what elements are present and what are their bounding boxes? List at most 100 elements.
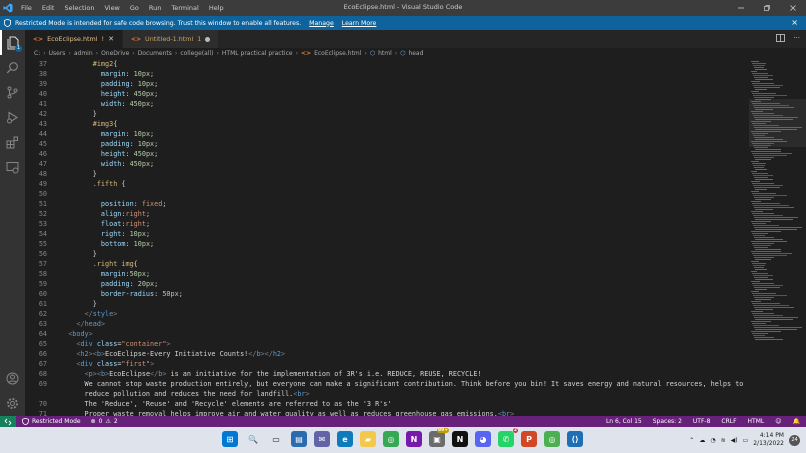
- code-line[interactable]: 71 Proper waste removal helps improve ai…: [25, 409, 749, 416]
- wifi-icon[interactable]: ≋: [721, 437, 726, 444]
- breadcrumb-item[interactable]: OneDrive: [101, 50, 129, 57]
- minimap-slider[interactable]: [749, 99, 806, 147]
- clock[interactable]: 4:14 PM 2/13/2022: [753, 432, 784, 448]
- menu-terminal[interactable]: Terminal: [166, 4, 203, 12]
- menu-file[interactable]: File: [16, 4, 37, 12]
- code-line[interactable]: 52 align:right;: [25, 209, 749, 219]
- code-line[interactable]: 60 border-radius: 50px;: [25, 289, 749, 299]
- bell-icon[interactable]: 🔔: [793, 418, 800, 425]
- breadcrumb-item[interactable]: EcoEclipse.html: [314, 50, 361, 57]
- menu-view[interactable]: View: [99, 4, 124, 12]
- breadcrumb-item[interactable]: C:: [34, 50, 40, 57]
- code-line[interactable]: 69 We cannot stop waste production entir…: [25, 379, 749, 389]
- learn-more-link[interactable]: Learn More: [342, 20, 377, 27]
- gear-icon[interactable]: [0, 391, 25, 416]
- more-actions-icon[interactable]: ···: [793, 34, 800, 44]
- code-line[interactable]: 64 <body>: [25, 329, 749, 339]
- code-line[interactable]: 45 padding: 10px;: [25, 139, 749, 149]
- code-line[interactable]: 70 The 'Reduce', 'Reuse' and 'Recycle' e…: [25, 399, 749, 409]
- minimap[interactable]: [749, 59, 806, 416]
- minimize-button[interactable]: [728, 0, 754, 16]
- battery-icon[interactable]: ▭: [743, 437, 749, 444]
- speaker-icon[interactable]: ◀): [731, 437, 738, 444]
- close-window-button[interactable]: [780, 0, 806, 16]
- breadcrumb-item[interactable]: Users: [49, 50, 66, 57]
- chrome-icon[interactable]: ◎: [383, 431, 399, 447]
- tab-untitled-1[interactable]: <> Untitled-1.html 1: [122, 30, 220, 48]
- code-line[interactable]: 40 height: 450px;: [25, 89, 749, 99]
- code-line[interactable]: 47 width: 450px;: [25, 159, 749, 169]
- line-ending[interactable]: CRLF: [721, 418, 736, 425]
- account-icon[interactable]: [0, 366, 25, 391]
- code-line[interactable]: 67 <div class="first">: [25, 359, 749, 369]
- menu-run[interactable]: Run: [144, 4, 166, 12]
- code-line[interactable]: reduce pollution and reduces the need fo…: [25, 389, 749, 399]
- explorer-icon[interactable]: 1: [0, 30, 25, 55]
- source-control-icon[interactable]: [0, 80, 25, 105]
- restore-button[interactable]: [754, 0, 780, 16]
- remote-explorer-icon[interactable]: [0, 155, 25, 180]
- unsaved-dot-icon[interactable]: [205, 36, 211, 42]
- chevron-up-icon[interactable]: ⌃: [689, 437, 694, 444]
- teams-chat-icon[interactable]: ✉: [314, 431, 330, 447]
- breadcrumb-item[interactable]: head: [408, 50, 423, 57]
- code-line[interactable]: 54 right: 10px;: [25, 229, 749, 239]
- code-line[interactable]: 46 height: 450px;: [25, 149, 749, 159]
- file-explorer-icon[interactable]: ▰: [360, 431, 376, 447]
- run-debug-icon[interactable]: [0, 105, 25, 130]
- breadcrumb-item[interactable]: admin: [74, 50, 93, 57]
- code-line[interactable]: 59 padding: 20px;: [25, 279, 749, 289]
- code-line[interactable]: 61 }: [25, 299, 749, 309]
- netflix-icon[interactable]: N: [452, 431, 468, 447]
- remote-indicator-icon[interactable]: [0, 416, 16, 427]
- code-line[interactable]: 49 .fifth {: [25, 179, 749, 189]
- whatsapp-icon[interactable]: ✆ 2: [498, 428, 518, 447]
- code-line[interactable]: 65 <div class="container">: [25, 339, 749, 349]
- code-line[interactable]: 68 <p><b>EcoEclipse</b> is an initiative…: [25, 369, 749, 379]
- code-line[interactable]: 38 margin: 10px;: [25, 69, 749, 79]
- code-line[interactable]: 57 .right img{: [25, 259, 749, 269]
- notification-badge[interactable]: 24: [789, 434, 800, 446]
- cursor-position[interactable]: Ln 6, Col 15: [606, 418, 642, 425]
- breadcrumb-item[interactable]: college(all): [180, 50, 213, 57]
- code-line[interactable]: 37 #img2{: [25, 59, 749, 69]
- widgets-icon[interactable]: ▤: [291, 431, 307, 447]
- code-line[interactable]: 43 #img3{: [25, 119, 749, 129]
- menu-go[interactable]: Go: [125, 4, 144, 12]
- start-icon[interactable]: ⊞: [222, 431, 238, 447]
- chrome-profile-icon[interactable]: ◎: [544, 431, 560, 447]
- code-editor[interactable]: 37 #img2{38 margin: 10px; 39 padding: 10p…: [25, 59, 749, 416]
- search-icon[interactable]: [0, 55, 25, 80]
- restricted-mode-status[interactable]: Restricted Mode: [16, 418, 87, 425]
- code-line[interactable]: 50: [25, 189, 749, 199]
- code-line[interactable]: 56 }: [25, 249, 749, 259]
- menu-selection[interactable]: Selection: [59, 4, 99, 12]
- split-editor-icon[interactable]: [776, 34, 786, 44]
- whatsapp-badge-app-icon[interactable]: ▣ 99+: [429, 428, 449, 447]
- code-line[interactable]: 44 margin: 10px;: [25, 129, 749, 139]
- code-line[interactable]: 48 }: [25, 169, 749, 179]
- breadcrumb-item[interactable]: HTML practical practice: [222, 50, 293, 57]
- edge-icon[interactable]: e: [337, 431, 353, 447]
- banner-close-icon[interactable]: ×: [791, 18, 798, 27]
- close-icon[interactable]: ✕: [108, 35, 114, 43]
- breadcrumb-item[interactable]: html: [378, 50, 392, 57]
- search-icon[interactable]: 🔍: [245, 431, 261, 447]
- onenote-icon[interactable]: N: [406, 431, 422, 447]
- code-line[interactable]: 62 </style>: [25, 309, 749, 319]
- code-line[interactable]: 66 <h2><b>EcoEclipse-Every Initiative Co…: [25, 349, 749, 359]
- manage-link[interactable]: Manage: [309, 20, 334, 27]
- code-line[interactable]: 51 position: fixed;: [25, 199, 749, 209]
- language-mode[interactable]: HTML: [748, 418, 765, 425]
- code-line[interactable]: 39 padding: 10px;: [25, 79, 749, 89]
- breadcrumb-item[interactable]: Documents: [138, 50, 172, 57]
- vscode-icon[interactable]: ⟨⟩: [567, 431, 583, 447]
- code-line[interactable]: 53 float:right;: [25, 219, 749, 229]
- code-line[interactable]: 41 width: 450px;: [25, 99, 749, 109]
- indentation[interactable]: Spaces: 2: [653, 418, 682, 425]
- code-line[interactable]: 63 </head>: [25, 319, 749, 329]
- headset-icon[interactable]: ◔: [710, 437, 715, 444]
- encoding[interactable]: UTF-8: [693, 418, 711, 425]
- task-view-icon[interactable]: ▭: [268, 431, 284, 447]
- powerpoint-icon[interactable]: P: [521, 431, 537, 447]
